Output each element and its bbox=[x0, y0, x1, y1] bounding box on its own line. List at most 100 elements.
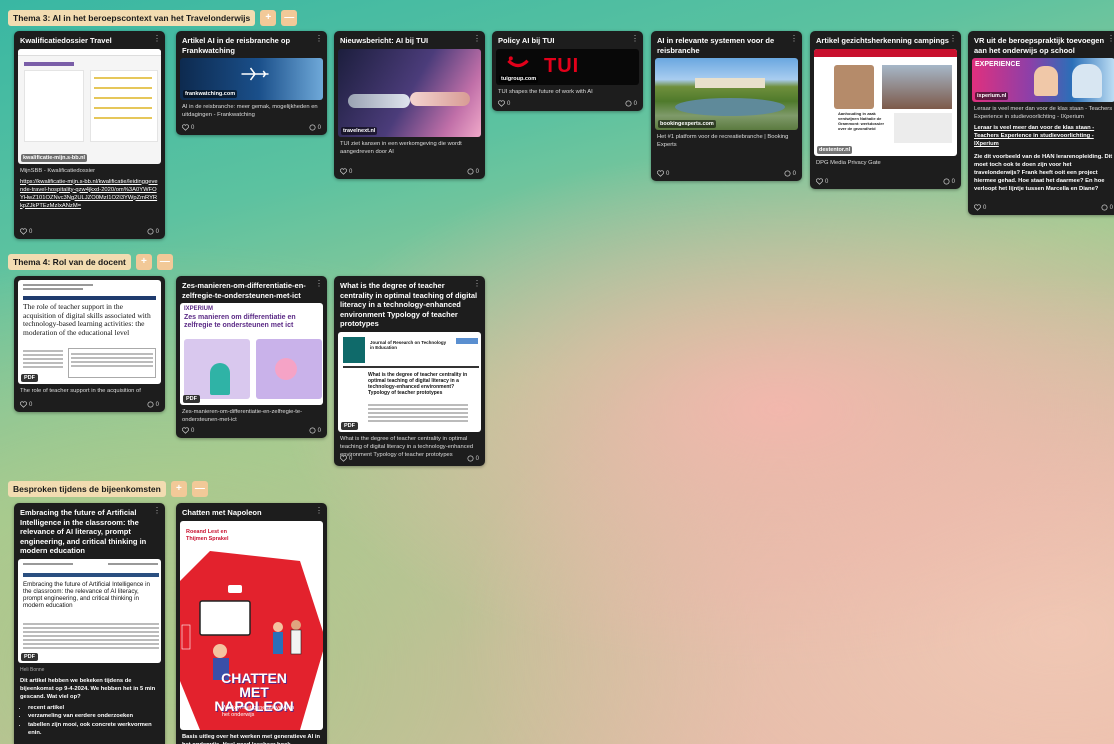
like-button[interactable]: 0 bbox=[182, 124, 194, 131]
pdf-preview-thumbnail[interactable]: IXPERIUM Zes manieren om differentiatie … bbox=[180, 303, 323, 405]
comment-button[interactable]: 0 bbox=[943, 178, 955, 185]
pdf-badge: PDF bbox=[341, 421, 358, 430]
like-button[interactable]: 0 bbox=[20, 401, 32, 408]
card-description: AI in de reisbranche: meer gemak, mogeli… bbox=[182, 104, 318, 118]
post-card-zes-manieren-pdf[interactable]: Zes-manieren-om-differentiatie-en-zelfre… bbox=[176, 276, 327, 438]
add-post-button[interactable]: + bbox=[170, 481, 187, 497]
like-button[interactable]: 0 bbox=[182, 427, 194, 434]
like-button[interactable]: 0 bbox=[340, 455, 352, 462]
comment-button[interactable]: 0 bbox=[147, 228, 159, 235]
article-image-thumbnail[interactable]: travelnext.nl bbox=[338, 48, 481, 137]
card-link[interactable]: https://kwalificatie-mijn.s-bb.nl/kwalif… bbox=[14, 178, 165, 210]
pdf-badge: PDF bbox=[183, 395, 200, 403]
collapse-section-button[interactable]: — bbox=[281, 10, 298, 26]
post-card-teacher-support-pdf[interactable]: ⋮ The role of teacher support in the acq… bbox=[14, 276, 165, 412]
website-screenshot-thumbnail[interactable]: kwalificatie-mijn.s-bb.nl bbox=[18, 48, 161, 164]
comment-icon bbox=[467, 168, 474, 175]
like-button[interactable]: 0 bbox=[657, 170, 669, 177]
heart-icon bbox=[20, 228, 27, 235]
pdf-preview-thumbnail[interactable]: The role of teacher support in the acqui… bbox=[18, 280, 161, 384]
card-menu-icon[interactable]: ⋮ bbox=[473, 279, 481, 288]
tui-logo-thumbnail[interactable]: TUI tuigroup.com bbox=[496, 48, 639, 85]
comment-button[interactable]: 0 bbox=[309, 427, 321, 434]
comment-count: 0 bbox=[475, 455, 479, 462]
card-menu-icon[interactable]: ⋮ bbox=[631, 34, 639, 43]
thumbnail-source: travelnext.nl bbox=[341, 126, 378, 135]
post-card-gezichtsherkenning[interactable]: Artikel gezichtsherkenning campings ⋮ Aa… bbox=[810, 31, 961, 189]
card-title: Policy AI bij TUI bbox=[498, 36, 555, 45]
comment-button[interactable]: 0 bbox=[784, 170, 796, 177]
comment-button[interactable]: 0 bbox=[147, 401, 159, 408]
card-menu-icon[interactable]: ⋮ bbox=[949, 34, 957, 43]
card-menu-icon[interactable]: ⋮ bbox=[153, 506, 161, 515]
pdf-preview-thumbnail[interactable]: Embracing the future of Artificial Intel… bbox=[18, 558, 161, 663]
vr-photo-thumbnail[interactable]: EXPERIENCE ixperium.nl bbox=[972, 58, 1114, 102]
card-menu-icon[interactable]: ⋮ bbox=[315, 506, 323, 515]
post-card-embracing-ai[interactable]: Embracing the future of Artificial Intel… bbox=[14, 503, 165, 744]
like-button[interactable]: 0 bbox=[974, 204, 986, 211]
news-site-thumbnail[interactable]: Aanhouding in zaak verdwijnen Nathalie d… bbox=[814, 48, 957, 156]
card-description: Leraar is veel meer dan voor de klas sta… bbox=[974, 106, 1113, 120]
article-image-thumbnail[interactable]: frankwatching.com bbox=[180, 58, 323, 100]
card-description: Het #1 platform voor de recreatiebranche… bbox=[657, 134, 789, 148]
book-cover-thumbnail[interactable]: Roeand Lest en Thijmen Sprakel CHATTEN M… bbox=[180, 520, 323, 730]
card-description: The role of teacher support in the acqui… bbox=[20, 388, 141, 394]
card-title: AI in relevante systemen voor de reisbra… bbox=[657, 36, 775, 55]
post-card-teacher-centrality-pdf[interactable]: What is the degree of teacher centrality… bbox=[334, 276, 485, 466]
thumbnail-source: tuigroup.com bbox=[499, 74, 539, 83]
post-card-vr-beroepspraktijk[interactable]: VR uit de beroepspraktijk toevoegen aan … bbox=[968, 31, 1114, 215]
card-menu-icon[interactable]: ⋮ bbox=[153, 34, 161, 43]
thumbnail-source: bookingexperts.com bbox=[658, 120, 716, 128]
card-menu-icon[interactable]: ⋮ bbox=[790, 34, 798, 43]
post-card-kwalificatiedossier[interactable]: Kwalificatiedossier Travel ⋮ kwalificati… bbox=[14, 31, 165, 239]
card-description: DPG Media Privacy Gate bbox=[816, 159, 881, 166]
section-title[interactable]: Besproken tijdens de bijeenkomsten bbox=[8, 481, 166, 497]
card-description: TUI ziet kansen in een werkomgeving die … bbox=[340, 140, 462, 155]
post-card-tui-news[interactable]: Nieuwsbericht: AI bij TUI ⋮ travelnext.n… bbox=[334, 31, 485, 179]
card-author: Heli Bonne bbox=[20, 666, 45, 673]
heart-icon bbox=[340, 455, 347, 462]
comment-button[interactable]: 0 bbox=[309, 124, 321, 131]
post-card-frankwatching[interactable]: Artikel AI in de reisbranche op Frankwat… bbox=[176, 31, 327, 135]
section-title[interactable]: Thema 4: Rol van de docent bbox=[8, 254, 131, 270]
comment-icon bbox=[784, 170, 791, 177]
card-description: Zes-manieren-om-differentiatie-en-zelfre… bbox=[182, 409, 303, 423]
list-item: recent artikel bbox=[28, 704, 165, 713]
post-card-booking-experts[interactable]: AI in relevante systemen voor de reisbra… bbox=[651, 31, 802, 181]
like-button[interactable]: 0 bbox=[816, 178, 828, 185]
tui-logo-icon bbox=[507, 55, 529, 67]
comment-count: 0 bbox=[475, 168, 479, 175]
post-card-tui-policy[interactable]: Policy AI bij TUI ⋮ TUI tuigroup.com TUI… bbox=[492, 31, 643, 111]
comment-count: 0 bbox=[951, 178, 955, 185]
card-menu-icon[interactable]: ⋮ bbox=[315, 279, 323, 288]
heart-icon bbox=[182, 124, 189, 131]
comment-button[interactable]: 0 bbox=[625, 100, 637, 107]
like-button[interactable]: 0 bbox=[20, 228, 32, 235]
list-item: verzameling van eerdere onderzoeken bbox=[28, 712, 165, 721]
comment-button[interactable]: 0 bbox=[1101, 204, 1113, 211]
comment-count: 0 bbox=[155, 401, 159, 408]
campsite-photo-thumbnail[interactable]: bookingexperts.com bbox=[655, 58, 798, 130]
card-menu-icon[interactable]: ⋮ bbox=[315, 34, 323, 43]
add-post-button[interactable]: + bbox=[260, 10, 277, 26]
add-post-button[interactable]: + bbox=[135, 254, 152, 270]
card-menu-icon[interactable]: ⋮ bbox=[1107, 34, 1114, 43]
comment-button[interactable]: 0 bbox=[467, 455, 479, 462]
card-link[interactable]: Leraar is veel meer dan voor de klas sta… bbox=[968, 124, 1114, 148]
collapse-section-button[interactable]: — bbox=[191, 481, 208, 497]
pdf-preview-thumbnail[interactable]: Journal of Research on Technology in Edu… bbox=[338, 331, 481, 432]
comment-count: 0 bbox=[317, 427, 321, 434]
thumbnail-source: frankwatching.com bbox=[183, 90, 238, 98]
card-description: MijnSBB - Kwalificatiedossier bbox=[20, 167, 96, 174]
post-card-chatten-met-napoleon[interactable]: Chatten met Napoleon ⋮ Roeand Lest en Th… bbox=[176, 503, 327, 744]
card-menu-icon[interactable]: ⋮ bbox=[473, 34, 481, 43]
journal-name: Journal of Research on Technology in Edu… bbox=[370, 339, 447, 351]
like-count: 0 bbox=[666, 170, 670, 177]
collapse-section-button[interactable]: — bbox=[156, 254, 173, 270]
comment-button[interactable]: 0 bbox=[467, 168, 479, 175]
like-count: 0 bbox=[29, 401, 33, 408]
section-title[interactable]: Thema 3: AI in het beroepscontext van he… bbox=[8, 10, 256, 26]
heart-icon bbox=[182, 427, 189, 434]
like-button[interactable]: 0 bbox=[340, 168, 352, 175]
like-button[interactable]: 0 bbox=[498, 100, 510, 107]
